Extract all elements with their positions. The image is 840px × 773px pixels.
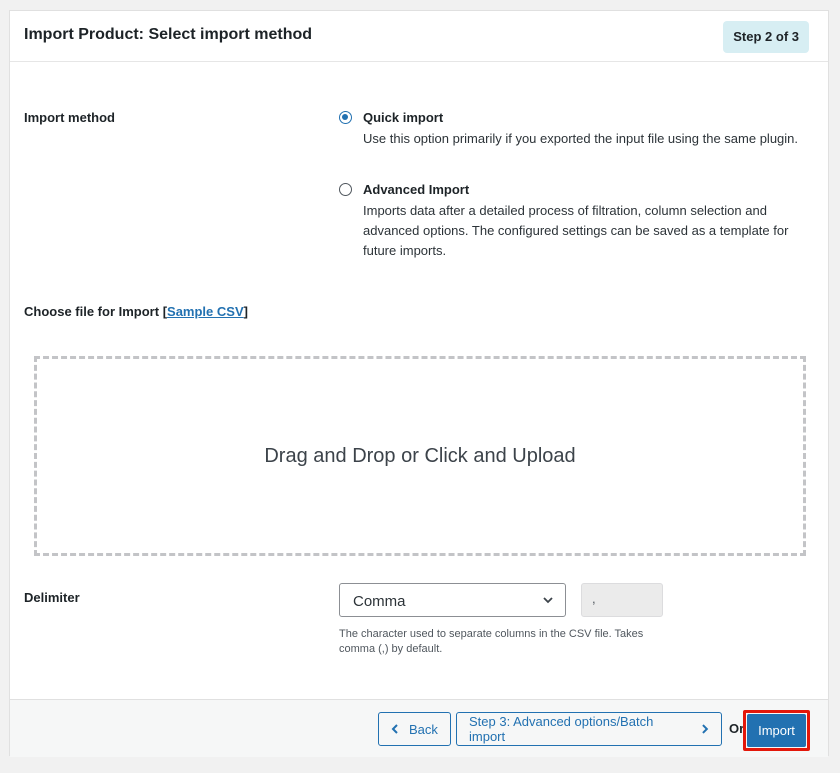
chevron-left-icon <box>389 723 401 735</box>
dropzone-text: Drag and Drop or Click and Upload <box>264 445 575 468</box>
next-step-button[interactable]: Step 3: Advanced options/Batch import <box>456 712 722 746</box>
panel-footer: Back Step 3: Advanced options/Batch impo… <box>10 699 828 757</box>
quick-import-description: Use this option primarily if you exporte… <box>363 129 803 149</box>
next-step-label: Step 3: Advanced options/Batch import <box>469 714 689 744</box>
quick-import-option[interactable]: Quick import Use this option primarily i… <box>339 110 809 170</box>
chevron-right-icon <box>699 723 711 735</box>
file-dropzone[interactable]: Drag and Drop or Click and Upload <box>34 356 806 556</box>
delimiter-label: Delimiter <box>24 590 80 605</box>
choose-file-text: Choose file for Import <box>24 304 159 319</box>
delimiter-select-value: Comma <box>353 593 406 610</box>
delimiter-help-text: The character used to separate columns i… <box>339 627 669 657</box>
advanced-import-title: Advanced Import <box>363 182 469 197</box>
chevron-down-icon <box>541 593 555 607</box>
quick-import-radio[interactable] <box>339 111 352 124</box>
advanced-import-option[interactable]: Advanced Import Imports data after a det… <box>339 182 809 262</box>
or-text: Or <box>729 721 744 736</box>
delimiter-value-field[interactable]: , <box>581 583 663 617</box>
back-button[interactable]: Back <box>378 712 451 746</box>
panel-header: Import Product: Select import method Ste… <box>10 11 828 62</box>
back-button-label: Back <box>409 722 438 737</box>
page-title: Import Product: Select import method <box>24 26 312 44</box>
advanced-import-radio[interactable] <box>339 183 352 196</box>
import-panel: Import Product: Select import method Ste… <box>9 10 829 756</box>
delimiter-select[interactable]: Comma <box>339 583 566 617</box>
sample-csv-link[interactable]: Sample CSV <box>167 304 244 319</box>
advanced-import-description: Imports data after a detailed process of… <box>363 201 803 261</box>
quick-import-title: Quick import <box>363 110 443 125</box>
import-method-label: Import method <box>24 110 115 125</box>
import-button[interactable]: Import <box>747 714 806 747</box>
choose-file-label: Choose file for Import [Sample CSV] <box>24 304 248 319</box>
step-badge: Step 2 of 3 <box>723 21 809 53</box>
bracket-close: ] <box>244 304 248 319</box>
